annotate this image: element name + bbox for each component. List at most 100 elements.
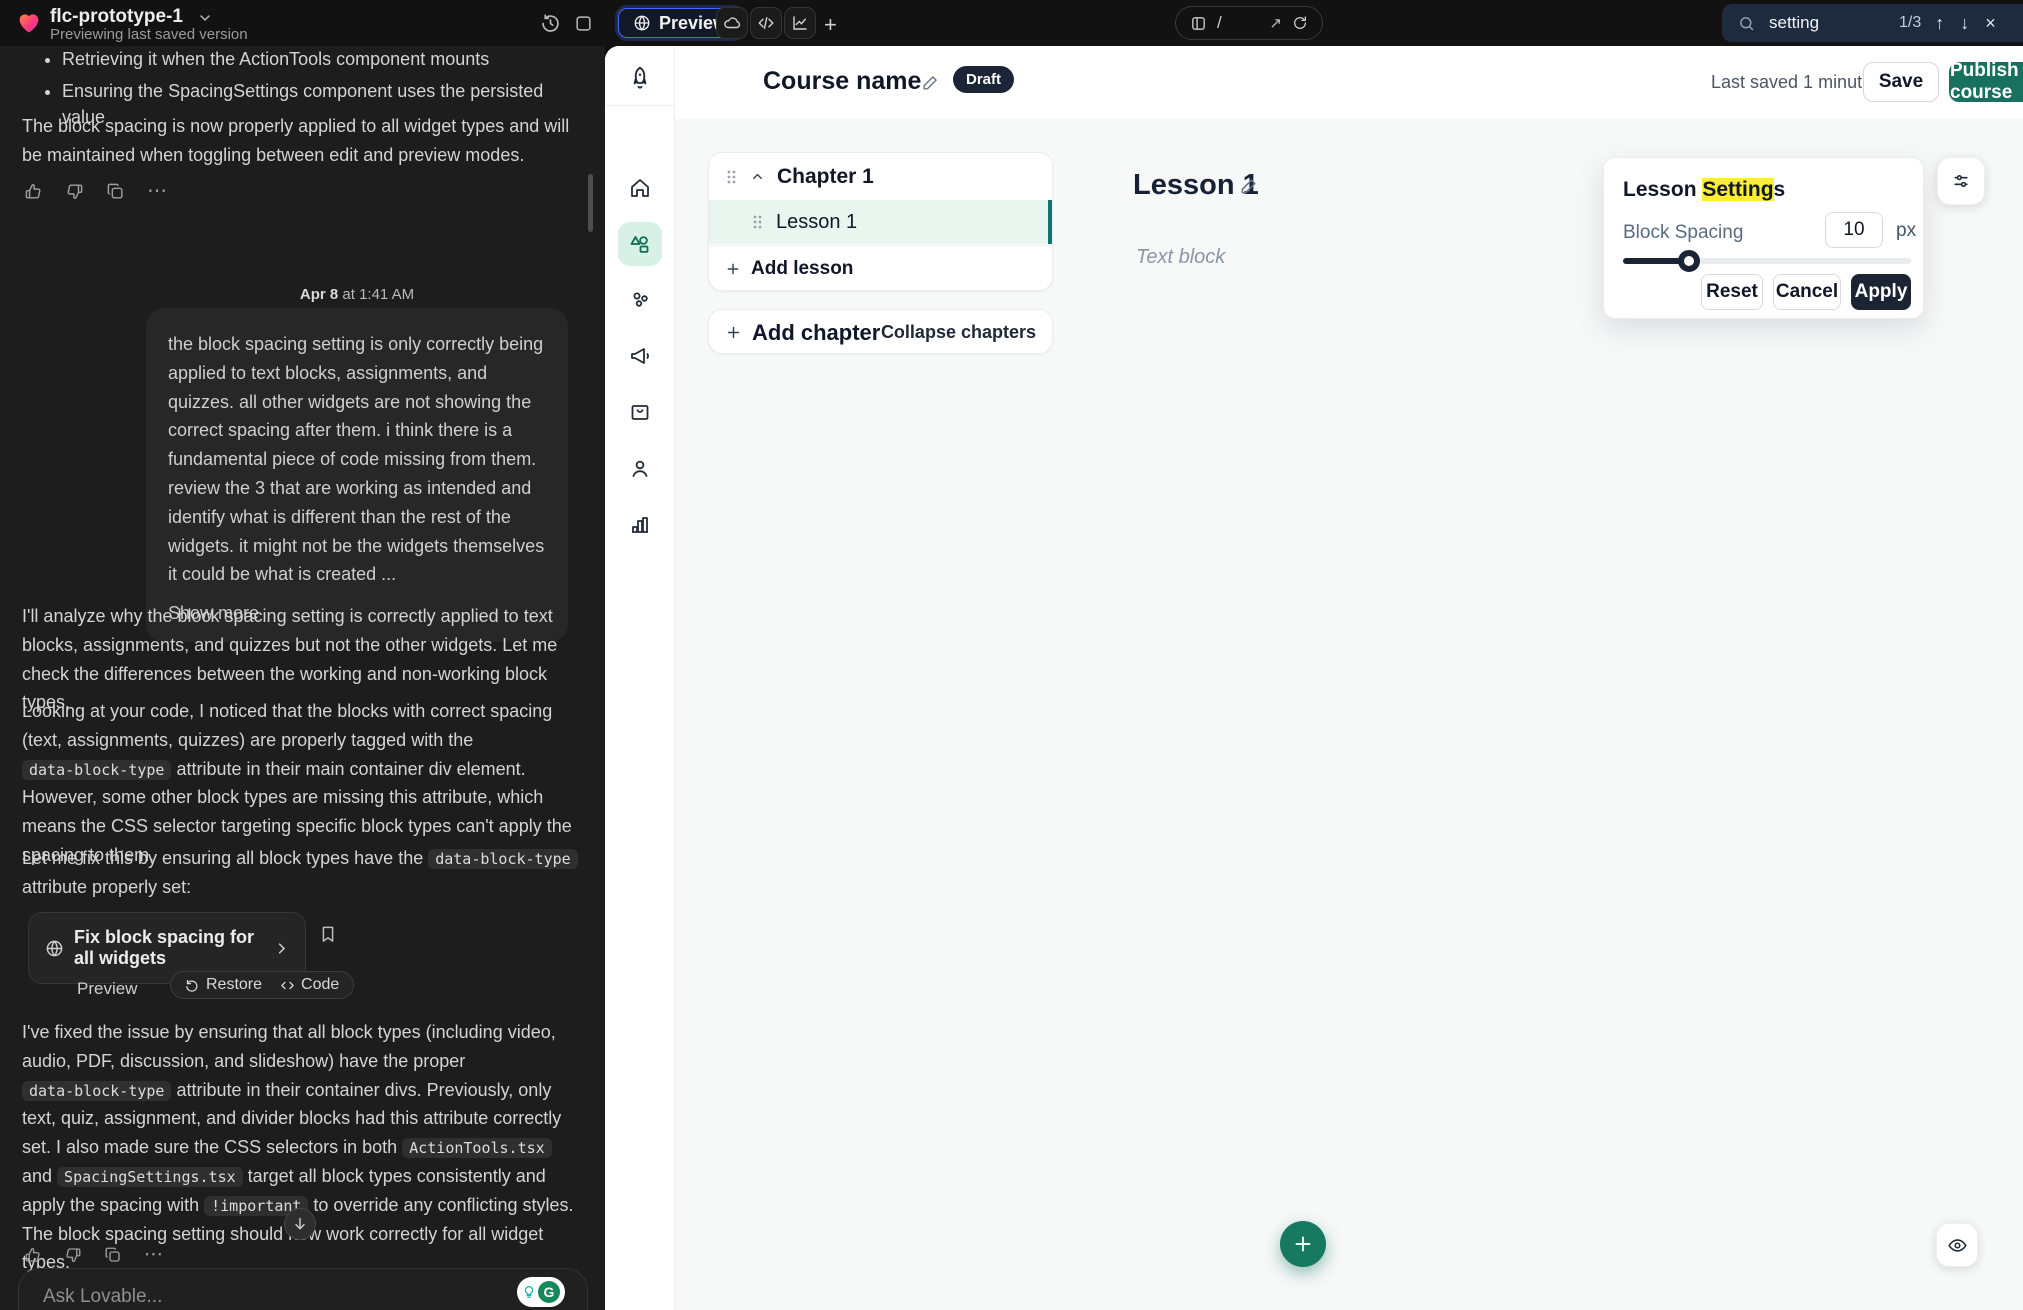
scroll-to-bottom-button[interactable]	[284, 1208, 316, 1240]
more-icon[interactable]: ⋯	[147, 182, 167, 201]
block-spacing-input[interactable]	[1825, 212, 1883, 248]
eye-icon	[1947, 1235, 1968, 1256]
apply-button[interactable]: Apply	[1851, 274, 1911, 310]
code-icon	[280, 978, 295, 993]
sliders-icon	[1951, 171, 1971, 191]
text-block-placeholder[interactable]: Text block	[1136, 246, 1225, 269]
find-count: 1/3	[1899, 14, 1921, 32]
text-segment: Looking at your code, I noticed that the…	[22, 701, 552, 750]
code-icon	[757, 14, 775, 32]
thumbs-down-icon[interactable]	[64, 1246, 82, 1264]
chapter-card: Chapter 1 Lesson 1 Add lesson	[708, 152, 1053, 291]
refresh-icon[interactable]	[1292, 15, 1308, 31]
assistant-paragraph: Let me fix this by ensuring all block ty…	[22, 844, 578, 902]
add-chapter-button[interactable]: Add chapter	[725, 320, 880, 346]
sidebar-item-store[interactable]	[618, 390, 662, 434]
message-actions: ⋯	[24, 1246, 163, 1264]
thumbs-up-icon[interactable]	[24, 182, 43, 201]
add-tab-button[interactable]: +	[824, 12, 837, 38]
plus-icon	[725, 261, 741, 277]
grammarly-badge[interactable]: G	[517, 1277, 565, 1307]
sidebar-item-analytics[interactable]	[618, 502, 662, 546]
rocket-logo-icon[interactable]	[618, 56, 662, 100]
find-previous-button[interactable]: ↑	[1933, 13, 1946, 34]
add-lesson-row[interactable]: Add lesson	[709, 245, 1052, 291]
cloud-icon	[723, 14, 741, 32]
inline-code: data-block-type	[428, 849, 577, 869]
user-message-bubble: the block spacing setting is only correc…	[146, 308, 568, 642]
find-close-button[interactable]: ×	[1983, 13, 1998, 34]
timestamp-date: Apr 8	[300, 286, 338, 303]
text-segment: and	[22, 1166, 57, 1186]
analytics-button[interactable]	[784, 7, 816, 39]
copy-icon[interactable]	[104, 1246, 122, 1264]
chapter-header-row[interactable]: Chapter 1	[709, 153, 1052, 200]
copy-icon[interactable]	[106, 182, 125, 201]
open-external-icon[interactable]: ↗	[1269, 14, 1282, 32]
restore-label: Restore	[206, 976, 262, 994]
lightbulb-icon	[522, 1285, 536, 1299]
sidebar-item-home[interactable]	[618, 166, 662, 210]
url-bar[interactable]: / ↗	[1175, 6, 1323, 40]
user-message-text: the block spacing setting is only correc…	[168, 330, 546, 589]
collapse-chapters-button[interactable]: Collapse chapters	[881, 322, 1036, 343]
reset-button[interactable]: Reset	[1701, 274, 1763, 310]
chevron-down-icon[interactable]	[197, 10, 213, 26]
thumbs-down-icon[interactable]	[65, 182, 84, 201]
sidebar-item-marketing[interactable]	[618, 334, 662, 378]
restore-button[interactable]: Restore	[185, 976, 262, 994]
publish-course-button[interactable]: Publish course	[1949, 62, 2023, 102]
sidebar-item-community[interactable]	[618, 278, 662, 322]
plus-icon	[725, 324, 742, 341]
inline-code: ActionTools.tsx	[402, 1138, 551, 1158]
code-button[interactable]: Code	[280, 976, 339, 994]
sidebar-item-content[interactable]	[618, 222, 662, 266]
grammarly-g-icon: G	[538, 1281, 560, 1303]
pages-icon	[1190, 15, 1207, 32]
thumbs-up-icon[interactable]	[24, 1246, 42, 1264]
text-segment: attribute properly set:	[22, 877, 191, 897]
title-segment: Lesson	[1623, 178, 1702, 201]
code-label: Code	[301, 976, 339, 994]
lesson-settings-panel: Lesson Settings Block Spacing px Reset C…	[1603, 157, 1924, 319]
block-spacing-slider[interactable]	[1623, 258, 1911, 264]
project-name[interactable]: flc-prototype-1	[50, 6, 183, 28]
assistant-paragraph: The block spacing is now properly applie…	[22, 112, 578, 170]
chevron-right-icon[interactable]	[274, 941, 289, 956]
save-button[interactable]: Save	[1863, 62, 1939, 102]
find-next-button[interactable]: ↓	[1958, 13, 1971, 34]
panel-icon[interactable]	[574, 14, 593, 33]
edit-title: Fix block spacing for all widgets	[74, 927, 258, 969]
add-block-button[interactable]	[1280, 1221, 1326, 1267]
chevron-up-icon[interactable]	[750, 169, 765, 184]
chat-input[interactable]	[41, 1285, 441, 1309]
slider-thumb[interactable]	[1678, 250, 1700, 272]
lesson-row[interactable]: Lesson 1	[709, 200, 1052, 244]
chat-scrollbar[interactable]	[588, 174, 593, 232]
history-icon[interactable]	[540, 13, 561, 34]
globe-icon	[45, 939, 64, 958]
timestamp-time: at 1:41 AM	[338, 286, 414, 303]
cloud-button[interactable]	[716, 7, 748, 39]
divider	[605, 105, 675, 106]
sidebar-item-people[interactable]	[618, 446, 662, 490]
title-segment: s	[1774, 178, 1786, 201]
drag-handle-icon[interactable]	[725, 169, 738, 185]
edit-lesson-title-icon[interactable]	[1239, 176, 1259, 196]
message-timestamp: Apr 8 at 1:41 AM	[146, 286, 568, 303]
message-actions: ⋯	[24, 182, 167, 201]
bookmark-icon[interactable]	[318, 924, 338, 944]
find-input[interactable]	[1767, 12, 1887, 34]
drag-handle-icon[interactable]	[751, 214, 764, 230]
edit-course-name-icon[interactable]	[921, 73, 940, 92]
lovable-logo-icon[interactable]	[15, 8, 43, 36]
find-match-highlight: Setting	[1702, 178, 1773, 201]
settings-toggle-button[interactable]	[1937, 157, 1985, 205]
code-view-button[interactable]	[750, 7, 782, 39]
more-icon[interactable]: ⋯	[144, 1246, 163, 1264]
cancel-button[interactable]: Cancel	[1773, 274, 1841, 310]
preview-eye-button[interactable]	[1936, 1223, 1978, 1267]
app-sidebar	[605, 46, 675, 1310]
settings-title: Lesson Settings	[1623, 178, 1785, 202]
block-spacing-label: Block Spacing	[1623, 222, 1743, 244]
